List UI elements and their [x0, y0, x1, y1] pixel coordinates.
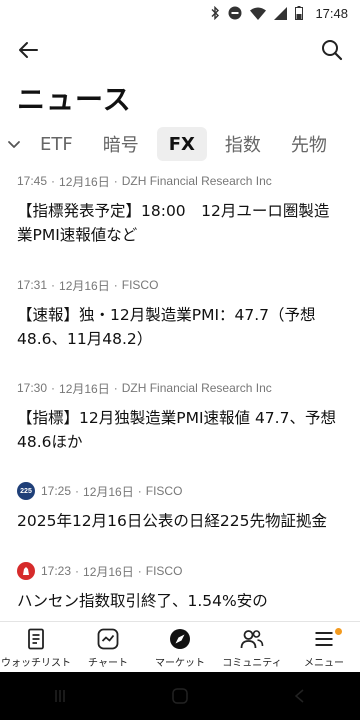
- status-bar: 17:48: [0, 0, 360, 26]
- nav-label: メニュー: [304, 658, 344, 669]
- news-headline: 【指標】12月独製造業PMI速報値 47.7、予想48.6ほか: [17, 409, 336, 451]
- news-source: FISCO: [145, 484, 183, 498]
- search-icon: [322, 40, 343, 61]
- news-source: FISCO: [121, 278, 159, 292]
- compass-icon: [170, 629, 190, 649]
- category-tabs: ETF 暗号 FX 指数 先物: [0, 124, 360, 164]
- bottom-nav: ウォッチリスト チャート マーケット コミュニティ メニュー: [0, 621, 360, 672]
- news-time: 17:23: [41, 564, 72, 578]
- news-meta: 17:31 · 12月16日 · FISCO: [17, 278, 159, 293]
- news-headline: ハンセン指数取引終了、1.54%安の: [17, 592, 268, 610]
- recent-apps-icon[interactable]: [50, 686, 70, 706]
- top-bar: [0, 30, 360, 70]
- news-source: DZH Financial Research Inc: [121, 381, 272, 395]
- news-date: 12月16日: [83, 484, 134, 499]
- tab-indices[interactable]: 指数: [213, 127, 273, 161]
- news-time: 17:45: [17, 174, 48, 188]
- battery-icon: [295, 5, 304, 21]
- nav-label: コミュニティ: [222, 658, 282, 669]
- news-date: 12月16日: [59, 174, 110, 189]
- news-meta: 17:30 · 12月16日 · DZH Financial Research …: [17, 381, 272, 396]
- back-button[interactable]: [14, 36, 42, 64]
- system-nav-bar: [0, 672, 360, 720]
- tab-fx[interactable]: FX: [156, 127, 207, 161]
- nav-label: ウォッチリスト: [1, 658, 71, 669]
- news-date: 12月16日: [59, 278, 110, 293]
- status-time: 17:48: [315, 5, 348, 21]
- nav-community[interactable]: コミュニティ: [216, 622, 288, 672]
- news-date: 12月16日: [59, 381, 110, 396]
- news-meta: 17:45 · 12月16日 · DZH Financial Research …: [17, 174, 272, 189]
- nav-watchlist[interactable]: ウォッチリスト: [0, 622, 72, 672]
- news-item[interactable]: 17:23 · 12月16日 · FISCO ハンセン指数取引終了、1.54%安…: [0, 562, 360, 622]
- wifi-icon: [250, 5, 267, 21]
- notification-badge: [335, 628, 342, 635]
- hang-seng-logo-icon: [17, 562, 35, 580]
- nav-label: マーケット: [155, 658, 205, 669]
- home-icon[interactable]: [170, 686, 190, 706]
- page-title: ニュース: [17, 83, 132, 116]
- menu-icon: [315, 632, 333, 646]
- news-headline: 【速報】独・12月製造業PMI：47.7（予想48.6、11月48.2）: [17, 306, 316, 348]
- back-nav-icon[interactable]: [290, 686, 310, 706]
- news-item[interactable]: 225 17:25 · 12月16日 · FISCO 2025年12月16日公表…: [0, 482, 360, 562]
- back-arrow-icon: [19, 42, 38, 58]
- community-icon: [240, 630, 264, 649]
- dnd-icon: [228, 5, 242, 21]
- news-headline: 2025年12月16日公表の日経225先物証拠金: [17, 512, 327, 530]
- news-source: FISCO: [145, 564, 183, 578]
- watchlist-icon: [28, 628, 44, 650]
- search-button[interactable]: [318, 36, 346, 64]
- news-date: 12月16日: [83, 564, 134, 579]
- news-time: 17:30: [17, 381, 48, 395]
- tab-etf[interactable]: ETF: [28, 127, 85, 161]
- news-meta: 17:23 · 12月16日 · FISCO: [17, 562, 343, 580]
- chevron-down-icon[interactable]: [0, 124, 28, 164]
- nav-label: チャート: [88, 658, 128, 669]
- news-meta: 225 17:25 · 12月16日 · FISCO: [17, 482, 343, 500]
- nikkei-225-logo-icon: 225: [17, 482, 35, 500]
- news-list: 17:45 · 12月16日 · DZH Financial Research …: [0, 172, 360, 622]
- news-time: 17:25: [41, 484, 72, 498]
- news-headline: 【指標発表予定】18:00 12月ユーロ圏製造業PMI速報値など: [17, 202, 330, 244]
- news-item[interactable]: 17:45 · 12月16日 · DZH Financial Research …: [0, 172, 360, 276]
- chart-icon: [97, 628, 119, 650]
- signal-icon: [274, 5, 288, 21]
- tab-crypto[interactable]: 暗号: [91, 127, 151, 161]
- bluetooth-icon: [210, 5, 220, 21]
- news-item[interactable]: 17:31 · 12月16日 · FISCO 【速報】独・12月製造業PMI：4…: [0, 276, 360, 379]
- nav-menu[interactable]: メニュー: [288, 622, 360, 672]
- news-source: DZH Financial Research Inc: [121, 174, 272, 188]
- news-item[interactable]: 17:30 · 12月16日 · DZH Financial Research …: [0, 379, 360, 482]
- nav-market[interactable]: マーケット: [144, 622, 216, 672]
- tab-futures[interactable]: 先物: [279, 127, 339, 161]
- news-time: 17:31: [17, 278, 48, 292]
- nav-chart[interactable]: チャート: [72, 622, 144, 672]
